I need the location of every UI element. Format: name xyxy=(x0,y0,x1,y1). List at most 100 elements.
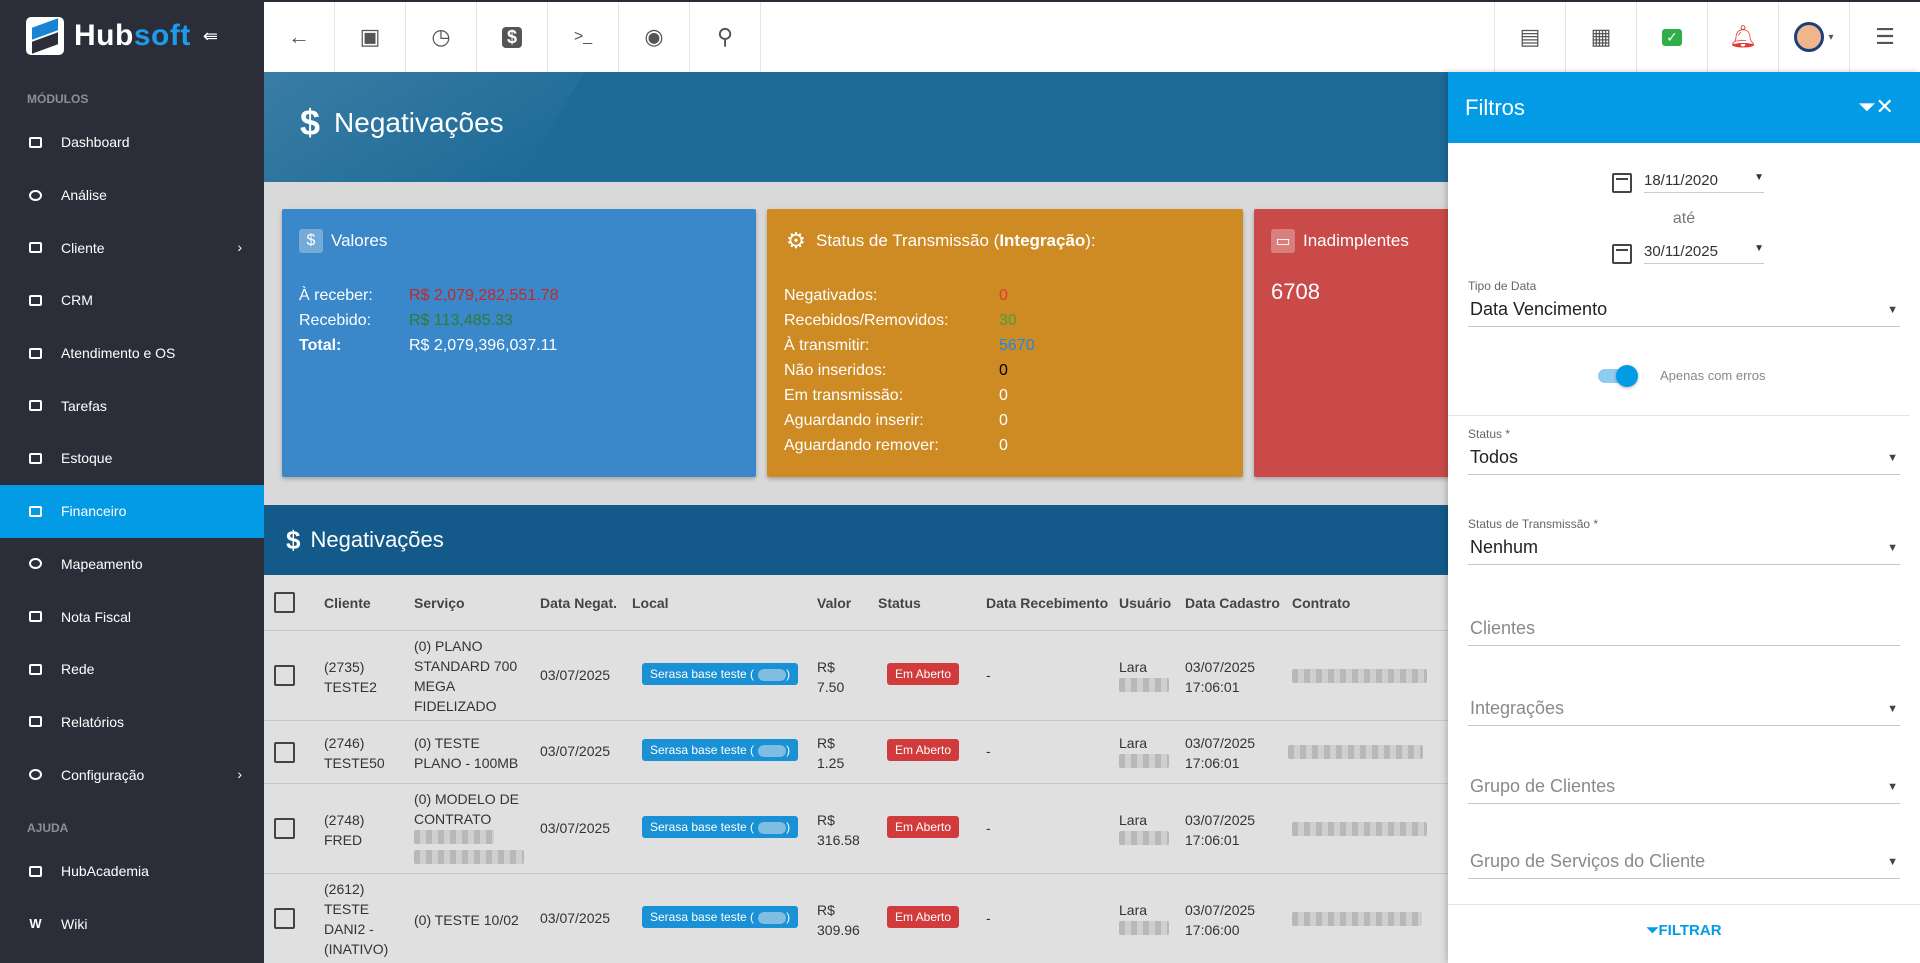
usuario-cell: Lara xyxy=(1119,657,1169,697)
academy-icon xyxy=(28,864,43,879)
col-contrato[interactable]: Contrato xyxy=(1292,595,1350,611)
dollar-icon: $ xyxy=(286,524,301,555)
sidebar-item-configuracao[interactable]: Configuração › xyxy=(0,748,264,801)
back-arrow-icon[interactable]: ← xyxy=(264,2,335,72)
sidebar-item-wiki[interactable]: W Wiki xyxy=(0,898,264,951)
date-to-picker[interactable]: 30/11/2025 ▼ xyxy=(1612,243,1764,264)
calendar-clock-icon xyxy=(28,346,43,361)
negativacoes-table: Cliente Serviço Data Negat. Local Valor … xyxy=(264,575,1448,963)
sidebar: Hubsoft ⇚ MÓDULOS Dashboard Análise Clie… xyxy=(0,0,264,963)
usuario-cell: Lara xyxy=(1119,900,1169,940)
server-icon xyxy=(28,662,43,677)
col-data-negat[interactable]: Data Negat. xyxy=(540,595,617,611)
local-badge: Serasa base teste () xyxy=(642,906,799,928)
task-check-icon[interactable]: ✓ xyxy=(1636,2,1707,72)
contrato-redacted xyxy=(1288,745,1423,759)
clientes-input[interactable]: Clientes xyxy=(1468,612,1900,646)
collapse-menu-icon[interactable]: ⇚ xyxy=(203,26,218,47)
board-icon xyxy=(28,293,43,308)
col-data-cadastro[interactable]: Data Cadastro xyxy=(1185,595,1280,611)
dollar-icon[interactable]: $ xyxy=(477,2,548,72)
col-status[interactable]: Status xyxy=(878,595,921,611)
col-servico[interactable]: Serviço xyxy=(414,595,465,611)
contact-card-icon[interactable]: ▣ xyxy=(335,2,406,72)
sidebar-item-mapeamento[interactable]: Mapeamento xyxy=(0,538,264,591)
money-bill-icon: ▭ xyxy=(1271,229,1295,253)
sidebar-item-dashboard[interactable]: Dashboard xyxy=(0,116,264,169)
row-checkbox[interactable] xyxy=(274,908,295,929)
col-local[interactable]: Local xyxy=(632,595,669,611)
terminal-icon[interactable]: >_ xyxy=(548,2,619,72)
document-icon xyxy=(28,609,43,624)
table-row[interactable]: (2748) FRED (0) MODELO DE CONTRATO 03/07… xyxy=(264,784,1448,874)
calendar-clock-icon[interactable]: ◷ xyxy=(406,2,477,72)
sidebar-item-cliente[interactable]: Cliente › xyxy=(0,221,264,274)
table-row[interactable]: (2612) TESTE DANI2 - (INATIVO) (0) TESTE… xyxy=(264,874,1448,963)
pdf-icon[interactable]: ▤ xyxy=(1494,2,1565,72)
caret-down-icon: ▼ xyxy=(1887,702,1898,715)
status-select[interactable]: Status * Todos ▼ xyxy=(1468,427,1900,475)
sidebar-item-tarefas[interactable]: Tarefas xyxy=(0,379,264,432)
local-badge: Serasa base teste () xyxy=(642,816,799,838)
section-help: AJUDA xyxy=(27,820,69,835)
dollar-icon: $ xyxy=(299,229,323,253)
valor-total: R$ 2,079,396,037.11 xyxy=(409,337,558,354)
table-row[interactable]: (2746) TESTE50 (0) TESTE PLANO - 100MB 0… xyxy=(264,721,1448,784)
filtrar-button[interactable]: ⏷FILTRAR xyxy=(1448,922,1920,939)
table-section-header: $ Negativações xyxy=(264,505,1448,575)
calendar-icon xyxy=(1612,243,1632,264)
sidebar-item-analise[interactable]: Análise xyxy=(0,169,264,222)
filters-header: Filtros ⏷✕ xyxy=(1448,72,1920,143)
sidebar-item-rede[interactable]: Rede xyxy=(0,643,264,696)
row-checkbox[interactable] xyxy=(274,665,295,686)
funnel-icon: ⏷ xyxy=(1646,922,1659,939)
row-checkbox[interactable] xyxy=(274,742,295,763)
map-pin-icon xyxy=(28,556,43,571)
sidebar-item-financeiro[interactable]: Financeiro xyxy=(0,484,264,538)
table-row[interactable]: (2735) TESTE2 (0) PLANO STANDARD 700 MEG… xyxy=(264,631,1448,721)
card-inadimplentes: ▭ Inadimplentes 6708 xyxy=(1254,209,1454,477)
user-avatar[interactable]: ▾ xyxy=(1778,2,1849,72)
building-icon[interactable]: ▦ xyxy=(1565,2,1636,72)
col-cliente[interactable]: Cliente xyxy=(324,595,371,611)
card-status-transmissao: ⚙ Status de Transmissão (Integração): Neg… xyxy=(767,209,1243,477)
alarm-bell-icon[interactable]: 🔔︎ xyxy=(1707,2,1778,72)
row-checkbox[interactable] xyxy=(274,818,295,839)
caret-down-icon: ▼ xyxy=(1754,172,1764,183)
integracoes-select[interactable]: Integrações ▼ xyxy=(1468,692,1900,726)
col-usuario[interactable]: Usuário xyxy=(1119,595,1171,611)
wiki-icon: W xyxy=(29,916,42,932)
sidebar-item-hubacademia[interactable]: HubAcademia xyxy=(0,845,264,898)
status-transmissao-select[interactable]: Status de Transmissão * Nenhum ▼ xyxy=(1468,517,1900,565)
search-icon[interactable]: ⚲ xyxy=(690,2,761,72)
eye-icon[interactable]: ◉ xyxy=(619,2,690,72)
chevron-right-icon: › xyxy=(237,239,242,256)
inadimplentes-count: 6708 xyxy=(1271,279,1320,304)
local-badge: Serasa base teste () xyxy=(642,663,799,685)
col-valor[interactable]: Valor xyxy=(817,595,851,611)
sidebar-item-relatorios[interactable]: Relatórios xyxy=(0,696,264,749)
sidebar-item-crm[interactable]: CRM xyxy=(0,274,264,327)
grupo-servicos-select[interactable]: Grupo de Serviços do Cliente ▼ xyxy=(1468,845,1900,879)
grupo-clientes-select[interactable]: Grupo de Clientes ▼ xyxy=(1468,770,1900,804)
sidebar-item-atendimento[interactable]: Atendimento e OS xyxy=(0,327,264,380)
brand[interactable]: Hubsoft ⇚ xyxy=(0,0,264,72)
brand-name: Hubsoft xyxy=(74,19,191,52)
col-data-recebimento[interactable]: Data Recebimento xyxy=(986,595,1108,611)
select-all-checkbox[interactable] xyxy=(274,592,295,613)
hubsoft-logo-icon xyxy=(26,17,64,55)
toggle-switch[interactable] xyxy=(1598,364,1638,387)
valor-a-receber: R$ 2,079,282,551.78 xyxy=(409,287,559,304)
sidebar-item-estoque[interactable]: Estoque xyxy=(0,432,264,485)
list-menu-icon[interactable]: ☰ xyxy=(1849,2,1920,72)
clear-filter-icon[interactable]: ⏷✕ xyxy=(1858,94,1894,120)
valor-recebido: R$ 113,485.33 xyxy=(409,312,513,329)
page-header: $ Negativações xyxy=(264,72,1448,182)
status-badge: Em Aberto xyxy=(887,739,960,761)
money-icon xyxy=(28,504,43,519)
dashboard-icon xyxy=(28,135,43,150)
date-from-picker[interactable]: 18/11/2020 ▼ xyxy=(1612,172,1764,193)
only-errors-toggle[interactable]: Apenas com erros xyxy=(1598,364,1766,387)
tipo-data-select[interactable]: Tipo de Data Data Vencimento ▼ xyxy=(1468,279,1900,327)
sidebar-item-nota-fiscal[interactable]: Nota Fiscal xyxy=(0,590,264,643)
